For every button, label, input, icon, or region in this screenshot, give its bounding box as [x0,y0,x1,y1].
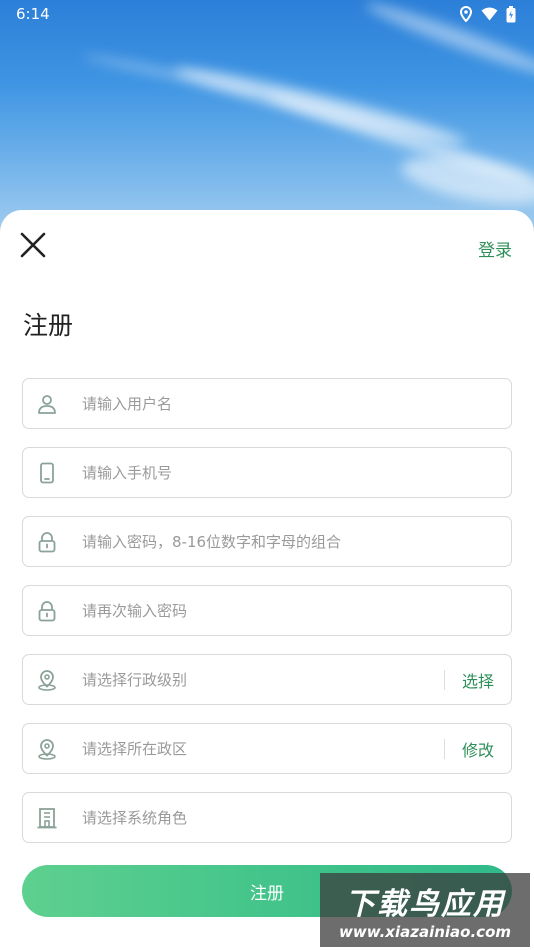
admin-region-field[interactable]: 修改 [22,723,512,774]
login-link[interactable]: 登录 [478,236,512,261]
lock-icon [35,530,59,554]
watermark-logo: 下载鸟应用 www.xiazainiao.com [320,873,530,947]
username-input[interactable] [82,379,511,428]
close-icon [20,232,46,258]
page-title: 注册 [23,311,74,340]
status-time: 6:14 [16,5,50,23]
location-icon [35,668,59,692]
system-role-field[interactable] [22,792,512,843]
system-role-input[interactable] [82,793,511,842]
building-icon [35,806,59,830]
phone-field[interactable] [22,447,512,498]
admin-level-input[interactable] [82,655,444,704]
register-sheet: 登录 注册 请输入用户名 请输入手机号 请选择行政级别 选择 请选择所在政区 修… [0,210,534,950]
confirm-password-field[interactable] [22,585,512,636]
battery-icon [506,5,516,22]
cloud [81,51,259,97]
select-level-button[interactable]: 选择 [445,668,511,692]
close-button[interactable] [20,232,46,258]
password-input[interactable] [82,517,511,566]
status-icons [459,5,516,23]
phone-input[interactable] [82,448,511,497]
sky-background [0,0,534,240]
admin-level-field[interactable]: 选择 [22,654,512,705]
status-bar: 6:14 [0,0,534,28]
password-field[interactable] [22,516,512,567]
confirm-password-input[interactable] [82,586,511,635]
watermark-title: 下载鸟应用 [345,887,505,922]
location-icon [35,737,59,761]
modify-region-button[interactable]: 修改 [445,737,511,761]
wifi-icon [481,7,498,21]
lock-icon [35,599,59,623]
phone-icon [35,461,59,485]
username-field[interactable] [22,378,512,429]
user-icon [35,392,59,416]
watermark-url: www.xiazainiao.com [338,923,512,941]
admin-region-input[interactable] [82,724,444,773]
location-status-icon [459,6,473,22]
